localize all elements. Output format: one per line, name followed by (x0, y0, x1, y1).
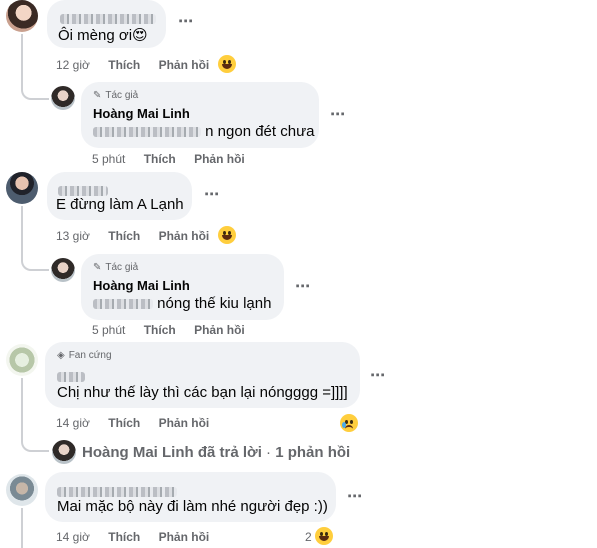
more-options-button[interactable]: ⋯ (330, 105, 346, 123)
timestamp[interactable]: 12 giờ (56, 58, 90, 72)
like-button[interactable]: Thích (144, 152, 176, 166)
reply-button[interactable]: Phản hồi (159, 530, 210, 544)
thread-line (21, 378, 23, 440)
reply-text: nóng thế kiu lạnh (93, 295, 271, 312)
avatar[interactable] (51, 258, 75, 282)
avatar[interactable] (6, 344, 38, 376)
pencil-icon: ✎ (93, 90, 102, 101)
comment-text: Mai mặc bộ này đi làm nhé người đẹp :)) (57, 498, 328, 515)
thread-line (21, 508, 23, 548)
avatar[interactable] (6, 172, 38, 204)
reply-bubble: ✎ Tác giả Hoàng Mai Linh nóng thế kiu lạ… (81, 254, 284, 320)
avatar[interactable] (6, 0, 38, 32)
thread-elbow (21, 259, 49, 271)
more-options-button[interactable]: ⋯ (370, 366, 386, 384)
comment-text: Ôi mèng ơi😍 (58, 27, 148, 44)
view-replies-link[interactable]: Hoàng Mai Linh đã trả lời · 1 phản hồi (82, 444, 350, 461)
comment-bubble: E đừng làm A Lạnh (47, 172, 192, 220)
more-options-button[interactable]: ⋯ (295, 277, 311, 295)
thread-elbow (21, 88, 49, 100)
comment-meta: 14 giờ Thích Phản hồi (56, 530, 224, 544)
timestamp[interactable]: 14 giờ (56, 530, 90, 544)
timestamp[interactable]: 13 giờ (56, 229, 90, 243)
reply-bubble: ✎ Tác giả Hoàng Mai Linh n ngon đét chưa (81, 82, 319, 148)
laugh-reaction-icon[interactable] (218, 226, 236, 244)
reply-button[interactable]: Phản hồi (194, 152, 245, 166)
author-name[interactable]: Hoàng Mai Linh (93, 106, 190, 121)
timestamp[interactable]: 5 phút (92, 152, 125, 166)
like-button[interactable]: Thích (108, 58, 140, 72)
author-badge: ✎ Tác giả (93, 262, 139, 273)
comment-bubble: Mai mặc bộ này đi làm nhé người đẹp :)) (45, 472, 336, 522)
thread-line (21, 206, 23, 261)
thread-elbow (21, 438, 49, 452)
like-button[interactable]: Thích (108, 229, 140, 243)
more-options-button[interactable]: ⋯ (178, 12, 194, 30)
fan-badge: ◈ Fan cứng (57, 350, 112, 361)
reply-meta: 5 phút Thích Phản hồi (92, 323, 260, 337)
thread-line (21, 34, 23, 90)
comment-meta: 12 giờ Thích Phản hồi (56, 58, 224, 72)
comment-bubble: Ôi mèng ơi😍 (47, 0, 166, 48)
sad-reaction-icon[interactable] (340, 414, 358, 432)
reply-button[interactable]: Phản hồi (159, 416, 210, 430)
laugh-reaction-icon[interactable] (218, 55, 236, 73)
comment-text: E đừng làm A Lạnh (56, 196, 184, 213)
comment-bubble: ◈ Fan cứng Chị như thế lày thì các bạn l… (45, 342, 360, 408)
timestamp[interactable]: 5 phút (92, 323, 125, 337)
avatar[interactable] (51, 86, 75, 110)
diamond-icon: ◈ (57, 350, 65, 361)
author-name[interactable]: Hoàng Mai Linh (93, 278, 190, 293)
comment-meta: 13 giờ Thích Phản hồi (56, 229, 224, 243)
avatar[interactable] (52, 440, 76, 464)
avatar[interactable] (6, 474, 38, 506)
reply-button[interactable]: Phản hồi (159, 229, 210, 243)
reply-button[interactable]: Phản hồi (159, 58, 210, 72)
pencil-icon: ✎ (93, 262, 102, 273)
like-button[interactable]: Thích (108, 416, 140, 430)
like-button[interactable]: Thích (144, 323, 176, 337)
author-badge: ✎ Tác giả (93, 90, 139, 101)
comment-text: Chị như thế lày thì các bạn lại nóngggg … (57, 384, 348, 401)
reaction-count[interactable]: 2 (305, 530, 312, 544)
timestamp[interactable]: 14 giờ (56, 416, 90, 430)
comment-meta: 14 giờ Thích Phản hồi (56, 416, 224, 430)
laugh-reaction-icon[interactable] (315, 527, 333, 545)
like-button[interactable]: Thích (108, 530, 140, 544)
more-options-button[interactable]: ⋯ (347, 487, 363, 505)
reply-button[interactable]: Phản hồi (194, 323, 245, 337)
reply-meta: 5 phút Thích Phản hồi (92, 152, 260, 166)
more-options-button[interactable]: ⋯ (204, 185, 220, 203)
reply-text: n ngon đét chưa (93, 123, 314, 140)
